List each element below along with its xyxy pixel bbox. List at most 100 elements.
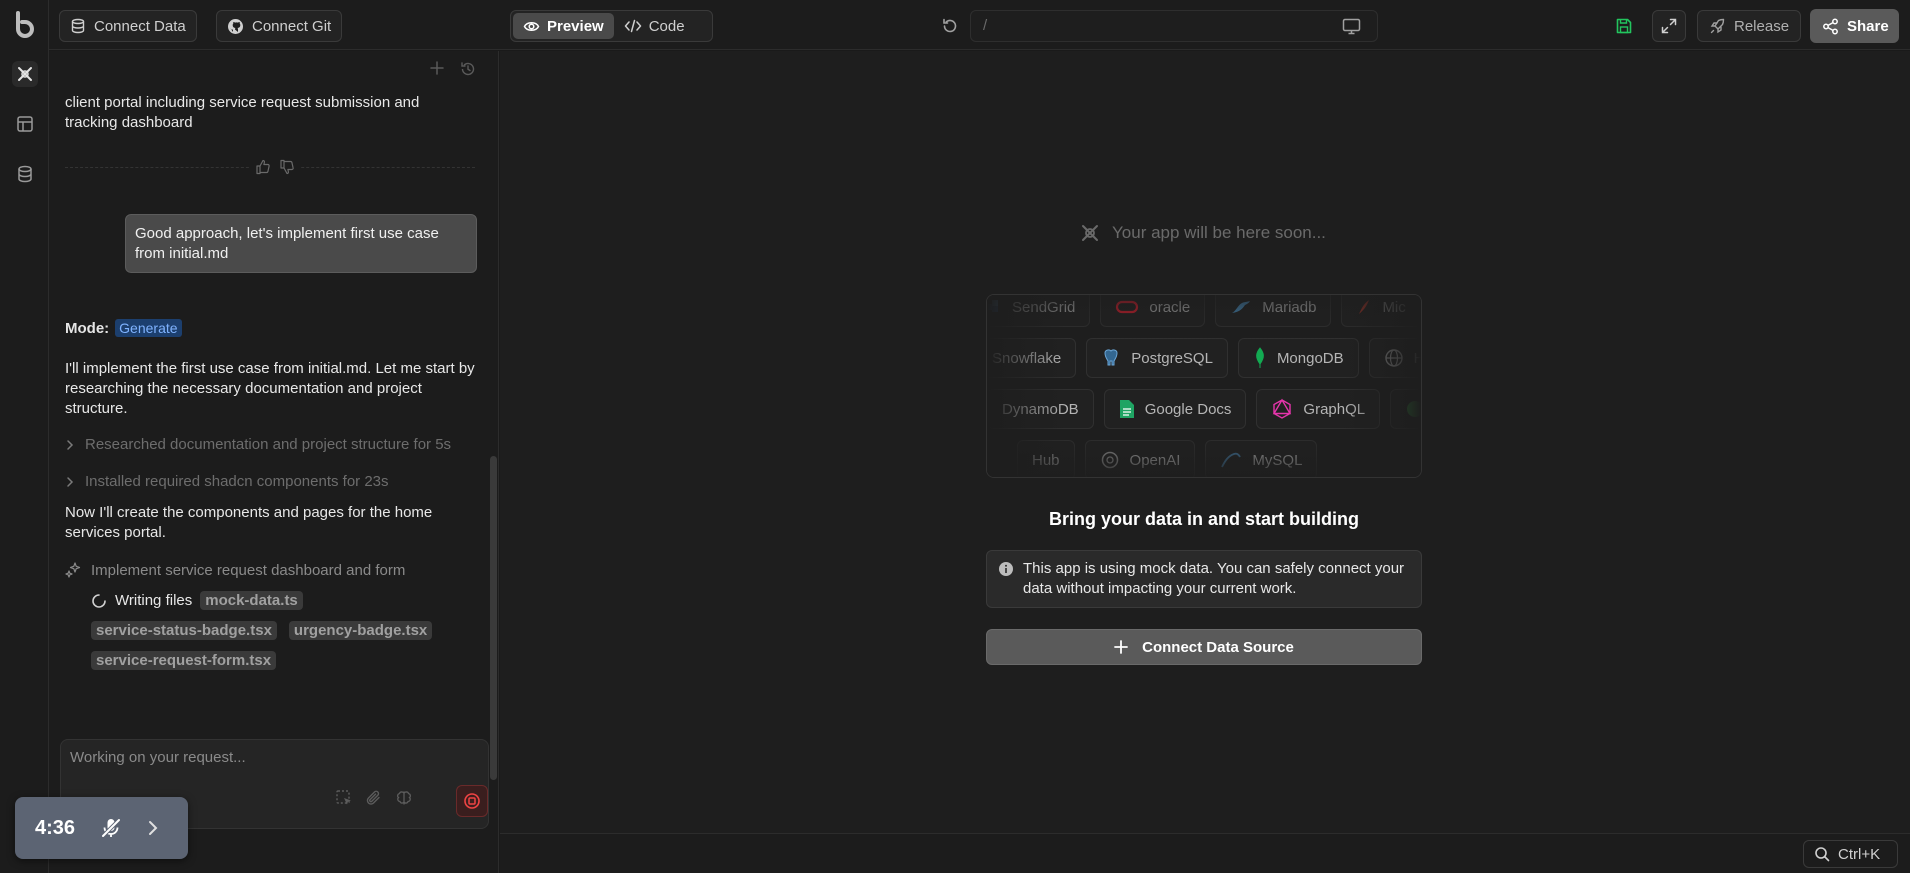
integration-name: MySQL bbox=[1252, 451, 1303, 469]
graphql-icon bbox=[1271, 398, 1293, 420]
user-message-bubble: Good approach, let's implement first use… bbox=[125, 214, 477, 273]
spinner-icon bbox=[91, 593, 107, 609]
thumbs-down-icon[interactable] bbox=[279, 159, 295, 175]
integration-logo: OpenAI bbox=[1084, 440, 1196, 477]
integration-name: PostgreSQL bbox=[1131, 349, 1213, 367]
app-root: Connect Data Connect Git Preview Code / bbox=[0, 0, 1910, 873]
connect-git-button[interactable]: Connect Git bbox=[216, 10, 343, 42]
brain-icon[interactable] bbox=[395, 789, 413, 807]
integrations-showcase: SendGrid oracle Mariadb Mic Snowflake Po… bbox=[986, 294, 1422, 478]
url-input[interactable]: / bbox=[970, 10, 1378, 42]
integration-name: SendGrid bbox=[1012, 298, 1076, 316]
new-chat-icon[interactable] bbox=[430, 61, 444, 77]
integration-logo: MySQL bbox=[1205, 440, 1318, 477]
integration-logo: Mariadb bbox=[1215, 295, 1332, 327]
sendgrid-icon bbox=[987, 298, 1002, 316]
mode-label: Mode: bbox=[65, 319, 110, 337]
openai-icon bbox=[1100, 450, 1120, 470]
integration-name: HT bbox=[1414, 350, 1421, 367]
release-label: Release bbox=[1734, 17, 1790, 35]
connect-data-button[interactable]: Connect Data bbox=[59, 10, 197, 42]
fullscreen-button[interactable] bbox=[1652, 10, 1686, 42]
file-chip-row: service-request-form.tsx bbox=[91, 651, 277, 670]
integration-generic-icon bbox=[1405, 399, 1421, 419]
view-toggle: Preview Code bbox=[510, 10, 713, 42]
tab-code-label: Code bbox=[648, 17, 685, 35]
recording-timer: 4:36 bbox=[15, 797, 188, 859]
history-icon[interactable] bbox=[460, 61, 476, 77]
google-docs-icon bbox=[1119, 399, 1135, 419]
select-element-icon[interactable] bbox=[335, 789, 353, 807]
mariadb-icon bbox=[1230, 299, 1252, 315]
logo-row: DynamoDB Google Docs GraphQL bbox=[987, 389, 1421, 429]
database-icon bbox=[70, 18, 86, 34]
mock-data-notice: This app is using mock data. You can saf… bbox=[986, 550, 1422, 608]
integration-logo bbox=[1390, 389, 1421, 429]
connect-data-source-button[interactable]: Connect Data Source bbox=[986, 629, 1422, 665]
integration-logo: DynamoDB bbox=[987, 389, 1094, 429]
tab-code[interactable]: Code bbox=[614, 13, 695, 39]
github-icon bbox=[227, 18, 244, 35]
release-button[interactable]: Release bbox=[1697, 10, 1802, 42]
placeholder-text: Your app will be here soon... bbox=[1112, 223, 1326, 242]
chat-input-placeholder: Working on your request... bbox=[70, 749, 246, 766]
tab-preview[interactable]: Preview bbox=[513, 13, 614, 39]
thumbs-up-icon[interactable] bbox=[255, 159, 271, 175]
command-search-button[interactable]: Ctrl+K bbox=[1803, 840, 1898, 868]
connect-data-source-label: Connect Data Source bbox=[1142, 638, 1294, 656]
eye-icon bbox=[523, 18, 540, 35]
integration-logo: Snowflake bbox=[987, 338, 1077, 378]
tab-preview-label: Preview bbox=[547, 17, 604, 35]
left-rail bbox=[0, 0, 49, 873]
microsoft-sql-icon bbox=[1356, 298, 1372, 316]
assistant-next-message: Now I'll create the components and pages… bbox=[65, 504, 433, 541]
expand-icon bbox=[1661, 18, 1677, 34]
info-icon bbox=[998, 561, 1014, 577]
step-install-label: Installed required shadcn components for… bbox=[85, 473, 389, 490]
integration-logo: Hub bbox=[1017, 440, 1075, 477]
notice-text: This app is using mock data. You can saf… bbox=[1023, 560, 1405, 597]
integration-name: Mic bbox=[1382, 298, 1406, 316]
task-label: Implement service request dashboard and … bbox=[91, 561, 406, 579]
stop-generation-button[interactable] bbox=[456, 785, 488, 817]
refresh-icon[interactable] bbox=[938, 14, 962, 38]
file-chip-row: service-status-badge.tsx urgency-badge.t… bbox=[91, 621, 433, 640]
writing-files-status: Writing files mock-data.ts bbox=[91, 591, 303, 610]
app-logo[interactable] bbox=[12, 11, 38, 39]
writing-files-label: Writing files bbox=[115, 592, 193, 609]
step-research[interactable]: Researched documentation and project str… bbox=[65, 436, 451, 453]
code-icon bbox=[624, 18, 642, 34]
chat-scrollbar[interactable] bbox=[490, 456, 497, 780]
integration-logo: HT bbox=[1368, 338, 1421, 378]
attach-icon[interactable] bbox=[365, 789, 383, 807]
nav-table-icon[interactable] bbox=[12, 111, 38, 137]
chevron-right-icon bbox=[65, 476, 75, 488]
nav-database-icon[interactable] bbox=[12, 161, 38, 187]
step-install[interactable]: Installed required shadcn components for… bbox=[65, 473, 389, 490]
integration-name: oracle bbox=[1149, 298, 1191, 316]
chevron-right-icon bbox=[65, 439, 75, 451]
sparkle-icon bbox=[65, 561, 83, 579]
chat-panel: client portal including service request … bbox=[49, 51, 499, 873]
chat-tools bbox=[430, 61, 476, 77]
integration-logo: MongoDB bbox=[1237, 338, 1359, 378]
integration-name: Google Docs bbox=[1144, 400, 1232, 418]
logo-row: SendGrid oracle Mariadb Mic bbox=[987, 295, 1421, 327]
desktop-view-icon[interactable] bbox=[1339, 14, 1363, 38]
bottom-bar: Ctrl+K bbox=[500, 833, 1910, 873]
integration-name: Snowflake bbox=[992, 349, 1062, 367]
save-icon[interactable] bbox=[1612, 14, 1636, 38]
integration-logo: Mic bbox=[1341, 295, 1421, 327]
assistant-intro-message: I'll implement the first use case from i… bbox=[65, 360, 475, 417]
share-button[interactable]: Share bbox=[1810, 9, 1899, 43]
nav-chat-icon[interactable] bbox=[12, 61, 38, 87]
step-research-label: Researched documentation and project str… bbox=[85, 436, 452, 453]
chevron-right-icon[interactable] bbox=[147, 820, 159, 836]
share-label: Share bbox=[1847, 17, 1889, 35]
integration-logo: oracle bbox=[1100, 295, 1206, 327]
mic-off-icon[interactable] bbox=[99, 816, 123, 840]
mongodb-icon bbox=[1253, 347, 1267, 369]
integration-name: GraphQL bbox=[1303, 400, 1366, 418]
file-chip: service-status-badge.tsx bbox=[91, 621, 277, 640]
feedback-buttons bbox=[249, 159, 301, 175]
